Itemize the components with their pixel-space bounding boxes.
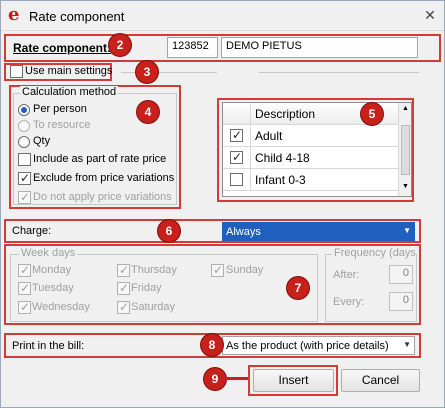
annotation-badge-4: 4 <box>137 101 159 123</box>
annotation-badge-8: 8 <box>201 334 223 356</box>
friday-checkbox[interactable] <box>117 281 130 295</box>
qty-radio[interactable] <box>18 136 30 148</box>
annotation-badge-3: 3 <box>136 61 158 83</box>
annotation-badge-5: 5 <box>361 103 383 125</box>
table-cell: Adult <box>255 129 283 143</box>
rate-component-code-field[interactable]: 123852 <box>167 37 218 58</box>
rate-component-name-field[interactable]: DEMO PIETUS <box>221 37 418 58</box>
use-main-settings-checkbox[interactable] <box>10 65 23 78</box>
exclude-price-variations-checkbox[interactable] <box>18 171 31 185</box>
include-in-rate-price-checkbox[interactable] <box>18 153 31 166</box>
adult-checkbox[interactable] <box>230 128 243 142</box>
scroll-down-icon[interactable]: ▼ <box>402 183 409 190</box>
window-title: Rate component <box>29 9 125 24</box>
grid-scrollbar[interactable]: ▲ ▼ <box>398 103 411 196</box>
table-cell: Child 4-18 <box>255 151 310 165</box>
annotation-badge-9: 9 <box>204 368 226 390</box>
exclude-price-variations-label: Exclude from price variations <box>33 172 175 184</box>
tuesday-label: Tuesday <box>32 282 74 294</box>
per-person-label: Per person <box>33 103 87 115</box>
after-label: After: <box>333 269 360 281</box>
qty-label: Qty <box>33 135 51 147</box>
print-in-bill-value: As the product (with price details) <box>226 340 389 352</box>
include-in-rate-price-label: Include as part of rate price <box>33 153 167 165</box>
per-person-radio[interactable] <box>18 104 30 116</box>
calculation-method-title: Calculation method <box>20 86 119 98</box>
scrollbar-thumb[interactable] <box>401 125 410 175</box>
monday-checkbox[interactable] <box>18 263 31 277</box>
annotation-arrow <box>226 377 248 380</box>
charge-value: Always <box>226 226 261 238</box>
divider <box>259 72 419 73</box>
every-field[interactable]: 0 <box>389 292 413 311</box>
rate-component-label: Rate component: <box>13 41 112 55</box>
thursday-label: Thursday <box>131 264 177 276</box>
do-not-apply-price-variations-label: Do not apply price variations <box>33 191 172 203</box>
thursday-checkbox[interactable] <box>117 263 130 277</box>
annotation-badge-6: 6 <box>158 220 180 242</box>
use-main-settings-label: Use main settings <box>25 65 113 77</box>
cancel-button[interactable]: Cancel <box>341 369 420 392</box>
frequency-title: Frequency (days) <box>332 247 416 259</box>
saturday-checkbox[interactable] <box>117 300 130 314</box>
chevron-down-icon[interactable]: ▼ <box>403 340 411 349</box>
annotation-badge-2: 2 <box>109 34 131 56</box>
after-field[interactable]: 0 <box>389 265 413 284</box>
charge-select[interactable]: Always ▼ <box>222 222 415 241</box>
wednesday-checkbox[interactable] <box>18 300 31 314</box>
app-logo-icon: e <box>8 4 20 25</box>
chevron-down-icon[interactable]: ▼ <box>403 226 411 235</box>
annotation-badge-7: 7 <box>287 277 309 299</box>
table-cell: Infant 0-3 <box>255 173 306 187</box>
print-in-bill-label: Print in the bill: <box>12 340 85 352</box>
sunday-checkbox[interactable] <box>211 263 224 277</box>
do-not-apply-price-variations-checkbox[interactable] <box>18 190 31 204</box>
friday-label: Friday <box>131 282 162 294</box>
print-in-bill-select[interactable]: As the product (with price details) ▼ <box>222 336 415 355</box>
week-days-title: Week days <box>19 247 78 259</box>
charge-label: Charge: <box>12 225 52 237</box>
rate-component-dialog: e Rate component ✕ Rate component: 12385… <box>0 0 445 408</box>
title-bar: e Rate component ✕ <box>1 1 444 31</box>
sunday-label: Sunday <box>226 264 264 276</box>
insert-button[interactable]: Insert <box>253 369 334 392</box>
close-icon[interactable]: ✕ <box>421 6 439 24</box>
wednesday-label: Wednesday <box>32 301 90 313</box>
monday-label: Monday <box>32 264 72 276</box>
saturday-label: Saturday <box>131 301 176 313</box>
child-checkbox[interactable] <box>230 150 243 164</box>
to-resource-label: To resource <box>33 119 91 131</box>
scroll-up-icon[interactable]: ▲ <box>402 105 409 112</box>
description-column-header[interactable]: Description <box>255 107 315 121</box>
tuesday-checkbox[interactable] <box>18 281 31 295</box>
infant-checkbox[interactable] <box>230 173 243 186</box>
every-label: Every: <box>333 296 365 308</box>
table-row[interactable]: Infant 0-3 <box>223 169 399 191</box>
table-row[interactable]: Adult <box>223 125 399 147</box>
description-grid: Description Adult Child 4-18 Infant 0-3 … <box>222 102 412 197</box>
table-row[interactable]: Child 4-18 <box>223 147 399 169</box>
to-resource-radio[interactable] <box>18 120 30 132</box>
